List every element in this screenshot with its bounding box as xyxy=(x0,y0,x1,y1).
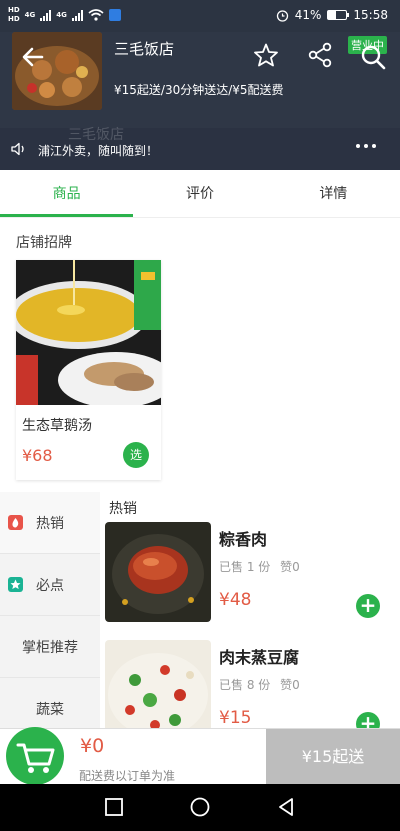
battery-icon xyxy=(327,10,350,20)
dish-name: 粽香肉 xyxy=(219,530,268,549)
signature-dish-card[interactable]: 生态草鹅汤 ¥68 选 xyxy=(16,260,161,480)
notice-banner: 三毛饭店 浦江外卖，随叫随到！ xyxy=(0,127,400,170)
dish-sold-count: 已售 1 份 xyxy=(219,560,271,574)
notification-app-icon xyxy=(108,9,121,21)
menu-category-title: 热销 xyxy=(109,501,137,517)
delivery-fee-note: 配送费以订单为准 xyxy=(79,769,176,783)
shop-header: 三毛饭店 ¥15起送/30分钟送达/¥5配送费 营业中 xyxy=(0,32,400,128)
dish-price: ¥48 xyxy=(219,590,252,610)
tab-products[interactable]: 商品 xyxy=(0,170,134,217)
tab-reviews[interactable]: 评价 xyxy=(133,170,266,217)
clock: 15:58 xyxy=(353,8,388,22)
category-sidebar: 热销 必点 掌柜推荐 蔬菜 xyxy=(0,492,100,740)
dish-photo xyxy=(105,640,211,740)
dish-likes: 赞0 xyxy=(280,678,300,692)
status-bar: HD HD 4G 4G 41% 15:58 xyxy=(0,0,400,32)
signature-dish-photo xyxy=(16,260,161,405)
home-icon[interactable] xyxy=(189,796,211,818)
back-icon[interactable] xyxy=(275,796,297,818)
signal-label-1: 4G xyxy=(24,10,36,19)
signature-dish-price: ¥68 xyxy=(22,446,53,465)
dish-sold-count: 已售 8 份 xyxy=(219,678,271,692)
checkout-button[interactable]: ¥15起送 xyxy=(266,729,400,785)
cart-icon xyxy=(16,743,55,773)
wifi-icon xyxy=(88,9,104,21)
announcement-text: 浦江外卖，随叫随到！ xyxy=(38,144,159,158)
recent-apps-icon[interactable] xyxy=(103,796,125,818)
network-type-top: HD xyxy=(8,6,20,14)
system-navigation-bar xyxy=(0,784,400,831)
shop-name-watermark: 三毛饭店 xyxy=(68,127,124,143)
fire-icon xyxy=(8,515,23,530)
speaker-icon xyxy=(11,142,24,156)
add-to-cart-button[interactable]: + xyxy=(356,594,380,618)
dish-stats: 已售 8 份 赞0 xyxy=(219,676,300,693)
star-icon xyxy=(8,577,23,592)
favorite-star-icon[interactable] xyxy=(253,42,279,68)
sidebar-item-label: 蔬菜 xyxy=(36,701,64,718)
network-type-bottom: HD xyxy=(8,15,20,23)
dish-stats: 已售 1 份 赞0 xyxy=(219,558,300,575)
share-icon[interactable] xyxy=(307,42,333,68)
signature-section-title: 店铺招牌 xyxy=(16,235,72,251)
battery-percent: 41% xyxy=(294,8,322,22)
dish-photo xyxy=(105,522,211,622)
sidebar-item-chef-recommend[interactable]: 掌柜推荐 xyxy=(0,616,100,678)
select-button[interactable]: 选 xyxy=(123,442,149,468)
sidebar-item-hot[interactable]: 热销 xyxy=(0,492,100,554)
search-icon[interactable] xyxy=(360,44,386,70)
cart-total: ¥0 xyxy=(80,735,105,757)
shop-tabs: 商品 评价 详情 xyxy=(0,170,400,218)
shop-delivery-info: ¥15起送/30分钟送达/¥5配送费 xyxy=(114,83,284,97)
signal-icon xyxy=(71,9,83,21)
dish-name: 肉末蒸豆腐 xyxy=(219,648,300,667)
shop-name: 三毛饭店 xyxy=(114,40,175,58)
dish-item[interactable]: 粽香肉 已售 1 份 赞0 ¥48 + xyxy=(105,522,400,632)
sidebar-item-must-order[interactable]: 必点 xyxy=(0,554,100,616)
back-arrow-icon[interactable] xyxy=(20,44,46,70)
more-options-icon[interactable] xyxy=(356,144,376,148)
cart-button[interactable] xyxy=(6,727,64,785)
cart-bar: ¥0 配送费以订单为准 ¥15起送 xyxy=(0,727,400,785)
sidebar-item-label: 热销 xyxy=(36,515,64,532)
sidebar-item-label: 必点 xyxy=(36,577,64,594)
signature-dish-name: 生态草鹅汤 xyxy=(22,418,92,434)
signal-label-2: 4G xyxy=(56,10,67,19)
dish-price: ¥15 xyxy=(219,708,252,728)
tab-details[interactable]: 详情 xyxy=(267,170,400,217)
sidebar-item-label: 掌柜推荐 xyxy=(22,639,78,656)
alarm-icon xyxy=(276,9,288,22)
dish-likes: 赞0 xyxy=(280,560,300,574)
signal-icon xyxy=(40,9,52,21)
